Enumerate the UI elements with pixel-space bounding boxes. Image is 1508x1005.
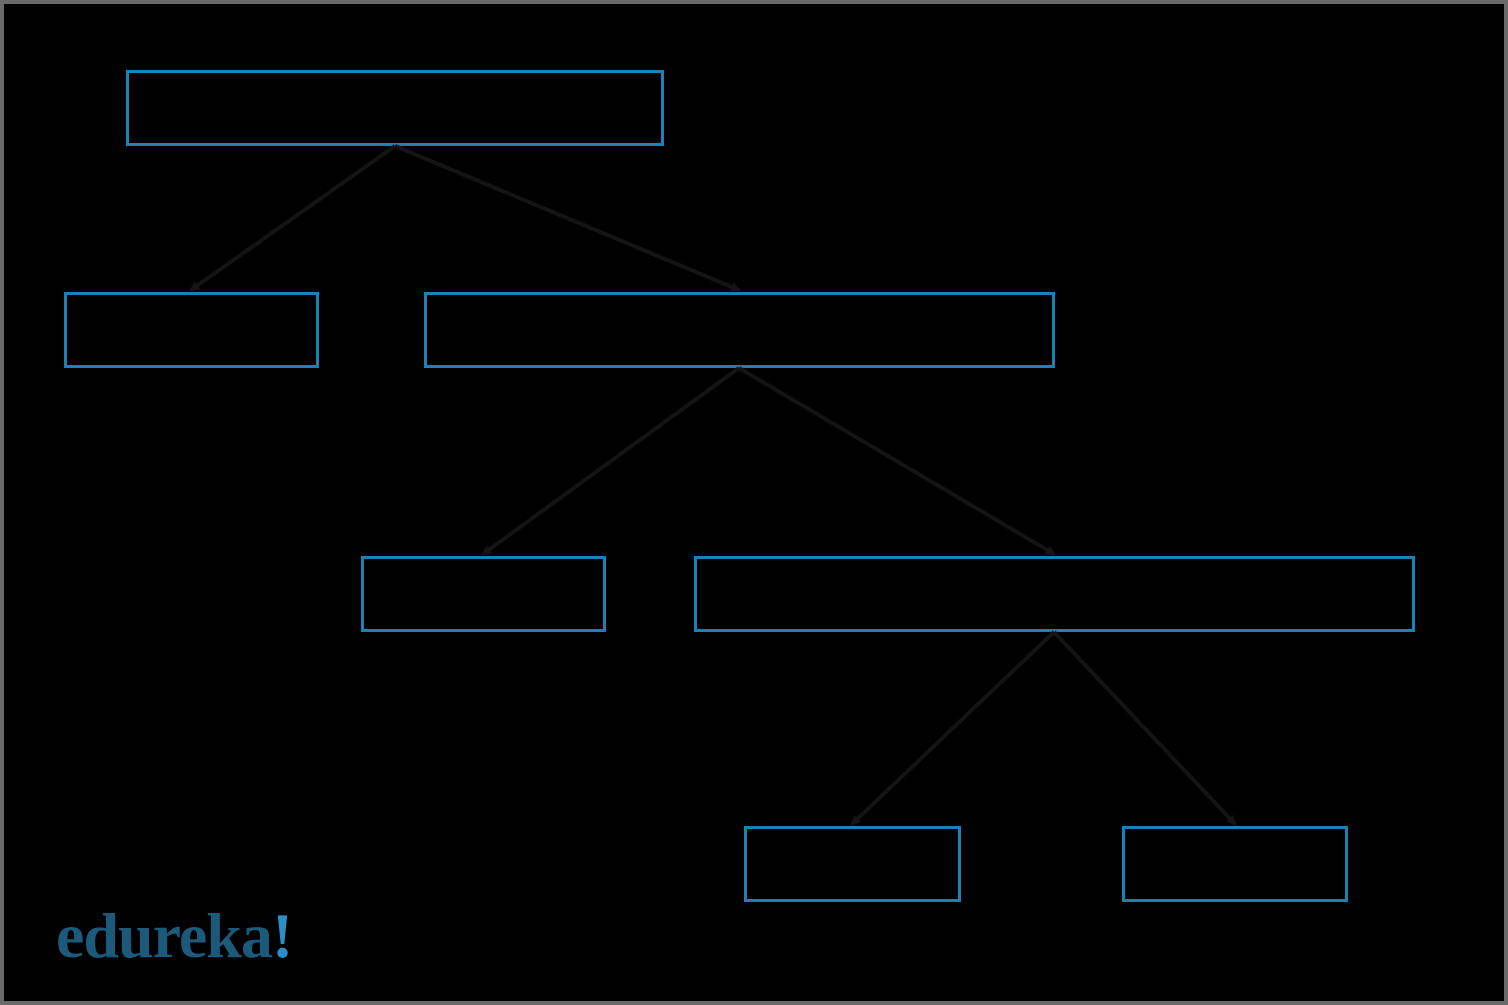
edge-root-l1a — [191, 146, 395, 290]
node-l2a — [361, 556, 606, 632]
node-l3b — [1122, 826, 1348, 902]
node-root — [126, 70, 664, 146]
node-l3a — [744, 826, 961, 902]
brand-logo: edureka! — [56, 899, 292, 973]
node-l1b — [424, 292, 1055, 368]
edge-l1b-l2a — [483, 368, 739, 554]
edge-root-l1b — [395, 146, 739, 290]
brand-bang: ! — [272, 900, 292, 971]
edge-l2b-l3b — [1054, 632, 1235, 824]
edge-l2b-l3a — [852, 632, 1054, 824]
node-l1a — [64, 292, 319, 368]
diagram-canvas: edureka! — [4, 4, 1504, 1001]
node-l2b — [694, 556, 1415, 632]
brand-text: edureka — [56, 900, 272, 971]
edge-l1b-l2b — [739, 368, 1054, 554]
